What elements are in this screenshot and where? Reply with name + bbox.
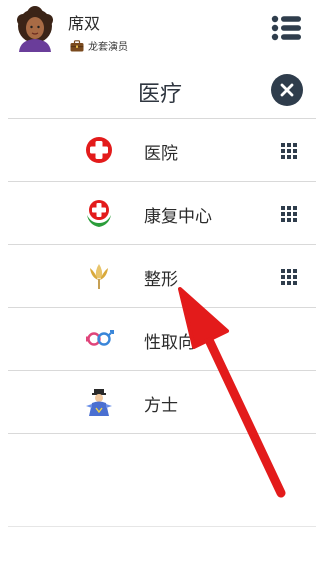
title-row: 医疗 bbox=[0, 68, 320, 116]
divider bbox=[8, 526, 316, 527]
grid-icon[interactable] bbox=[281, 206, 297, 222]
gender-symbol-icon bbox=[86, 330, 114, 346]
item-label: 性取向 bbox=[144, 333, 195, 353]
item-label: 医院 bbox=[144, 144, 178, 164]
taoist-priest-icon bbox=[86, 389, 112, 416]
medical-list: 医院 康复中心 整形 性取向 方士 bbox=[8, 118, 316, 434]
user-name: 席双 bbox=[68, 14, 101, 33]
close-button[interactable] bbox=[271, 74, 303, 106]
tulip-icon bbox=[90, 264, 108, 289]
item-label: 方士 bbox=[144, 396, 178, 416]
profile-header: 席双 龙套演员 bbox=[0, 0, 320, 58]
rehab-center-icon bbox=[87, 200, 111, 227]
briefcase-icon bbox=[70, 39, 84, 51]
menu-list-icon[interactable] bbox=[270, 12, 304, 44]
list-item-taoist[interactable]: 方士 bbox=[8, 370, 316, 433]
item-label: 整形 bbox=[144, 270, 178, 290]
list-item-hospital[interactable]: 医院 bbox=[8, 118, 316, 181]
divider bbox=[8, 433, 316, 434]
list-item-plastic-surgery[interactable]: 整形 bbox=[8, 244, 316, 307]
item-label: 康复中心 bbox=[144, 207, 212, 227]
list-item-orientation[interactable]: 性取向 bbox=[8, 307, 316, 370]
job-title: 龙套演员 bbox=[88, 42, 128, 53]
grid-icon[interactable] bbox=[281, 269, 297, 285]
avatar[interactable] bbox=[12, 6, 58, 52]
grid-icon[interactable] bbox=[281, 143, 297, 159]
hospital-cross-icon bbox=[86, 137, 112, 163]
job-label: 龙套演员 bbox=[70, 38, 128, 53]
list-item-rehab[interactable]: 康复中心 bbox=[8, 181, 316, 244]
close-icon bbox=[280, 83, 294, 97]
